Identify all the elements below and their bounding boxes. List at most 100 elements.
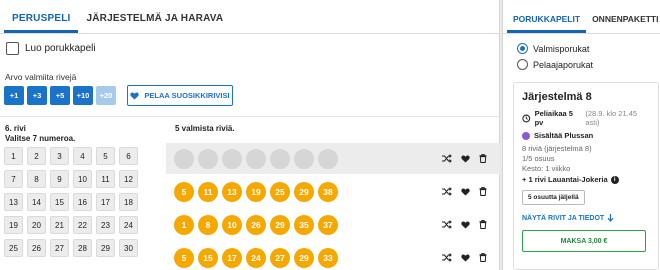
number-cell[interactable]: 29 (96, 239, 115, 257)
number-cell[interactable]: 8 (27, 170, 46, 188)
number-cell[interactable]: 22 (73, 216, 92, 234)
number-cell[interactable]: 30 (119, 239, 138, 257)
pay-button[interactable]: MAKSA 3,00 € (522, 230, 646, 252)
create-group-label: Luo porukkapeli (25, 43, 96, 54)
number-grid: 1 2 3 4 5 6 7 8 9 10 11 12 13 14 15 16 17 18 19 20 21 22 23 24 2… (4, 147, 138, 257)
number-cell[interactable]: 10 (73, 170, 92, 188)
ready-row (166, 143, 500, 174)
number-ball: 5 (174, 181, 194, 202)
number-ball: 38 (318, 181, 338, 202)
shuffle-icon[interactable] (442, 220, 452, 230)
tab-peruspeli[interactable]: PERUSPELI (4, 13, 79, 33)
deadline-line: Peliaikaa 5 pv (28.9. klo 21.45 asti) (522, 109, 650, 127)
empty-ball (198, 148, 218, 169)
create-group-checkbox[interactable] (6, 42, 19, 55)
heart-icon[interactable] (460, 220, 470, 230)
number-ball: 17 (222, 247, 242, 268)
duration: Kesto: 1 viikko (522, 164, 571, 173)
number-cell[interactable]: 16 (73, 193, 92, 211)
game-panel: PERUSPELI JÄRJESTELMÄ JA HARAVA Luo poru… (0, 0, 500, 270)
clock-icon (522, 114, 531, 122)
trash-icon[interactable] (478, 220, 488, 230)
shuffle-icon[interactable] (442, 253, 452, 263)
radio-button[interactable] (517, 43, 528, 54)
quick-pick-5-button[interactable]: +5 (50, 86, 70, 105)
number-ball: 5 (174, 247, 194, 268)
create-group-option[interactable]: Luo porukkapeli (6, 42, 96, 55)
number-ball: 37 (318, 214, 338, 235)
radio-pelaajaporukat[interactable]: Pelaajaporukat (517, 59, 593, 70)
number-cell[interactable]: 21 (50, 216, 69, 234)
number-ball: 27 (270, 247, 290, 268)
ready-row: 5 15 17 24 27 29 33 (166, 242, 500, 270)
divider (0, 116, 500, 117)
number-cell[interactable]: 6 (119, 147, 138, 165)
number-cell[interactable]: 7 (4, 170, 23, 188)
number-cell[interactable]: 1 (4, 147, 23, 165)
tab-onnenpaketti[interactable]: ONNENPAKETTI (586, 14, 660, 33)
radio-valmisporukat[interactable]: Valmisporukat (517, 43, 589, 54)
number-cell[interactable]: 25 (4, 239, 23, 257)
number-cell[interactable]: 18 (119, 193, 138, 211)
lotto-page: PERUSPELI JÄRJESTELMÄ JA HARAVA Luo poru… (0, 0, 660, 270)
empty-ball (174, 148, 194, 169)
tab-jarjestelma[interactable]: JÄRJESTELMÄ JA HARAVA (78, 13, 231, 33)
number-cell[interactable]: 2 (27, 147, 46, 165)
number-cell[interactable]: 17 (96, 193, 115, 211)
quick-pick-20-button[interactable]: +20 (96, 86, 116, 105)
number-cell[interactable]: 28 (73, 239, 92, 257)
number-cell[interactable]: 19 (4, 216, 23, 234)
heart-icon[interactable] (460, 187, 470, 197)
info-icon[interactable]: i (610, 175, 619, 184)
quick-pick-10-button[interactable]: +10 (73, 86, 93, 105)
show-rows-link[interactable]: NÄYTÄ RIVIT JA TIEDOT (522, 214, 650, 222)
shuffle-icon[interactable] (442, 187, 452, 197)
row-balls: 5 15 17 24 27 29 33 (174, 247, 434, 268)
number-cell[interactable]: 3 (50, 147, 69, 165)
heart-icon[interactable] (460, 253, 470, 263)
row-number: 6. rivi (5, 124, 26, 133)
trash-icon[interactable] (478, 187, 488, 197)
number-cell[interactable]: 5 (96, 147, 115, 165)
play-favorite-button[interactable]: PELAA SUOSIKKIRIVISI (127, 85, 233, 106)
number-cell[interactable]: 13 (4, 193, 23, 211)
row-balls: 5 11 13 19 25 29 38 (174, 181, 434, 202)
number-ball: 19 (246, 181, 266, 202)
side-tabs: PORUKKAPELIT ONNENPAKETTI (503, 0, 660, 34)
row-actions (442, 253, 488, 263)
jokeri-text: + 1 rivi Lauantai-Jokeria (522, 175, 608, 184)
number-ball: 1 (174, 214, 194, 235)
row-balls: 1 8 10 26 29 35 37 (174, 214, 434, 235)
number-cell[interactable]: 12 (119, 170, 138, 188)
heart-icon[interactable] (460, 154, 470, 164)
game-tabs: PERUSPELI JÄRJESTELMÄ JA HARAVA (0, 0, 499, 34)
tab-porukkapelit[interactable]: PORUKKAPELIT (507, 14, 587, 33)
trash-icon[interactable] (478, 253, 488, 263)
quick-pick-buttons: +1 +3 +5 +10 +20 PELAA SUOSIKKIRIVISI (4, 85, 233, 106)
number-cell[interactable]: 27 (50, 239, 69, 257)
heart-icon (130, 91, 140, 100)
number-ball: 29 (294, 247, 314, 268)
trash-icon[interactable] (478, 154, 488, 164)
deadline-date: (28.9. klo 21.45 asti) (585, 109, 638, 127)
quick-pick-1-button[interactable]: +1 (4, 86, 24, 105)
shuffle-icon[interactable] (442, 154, 452, 164)
number-cell[interactable]: 23 (96, 216, 115, 234)
plus-icon (522, 131, 530, 140)
ready-rows-title: 5 valmista riviä. (175, 124, 235, 133)
empty-ball (246, 148, 266, 169)
play-favorite-label: PELAA SUOSIKKIRIVISI (144, 91, 230, 100)
number-cell[interactable]: 15 (50, 193, 69, 211)
number-cell[interactable]: 26 (27, 239, 46, 257)
empty-ball (222, 148, 242, 169)
number-cell[interactable]: 11 (96, 170, 115, 188)
number-cell[interactable]: 24 (119, 216, 138, 234)
plus-line: Sisältää Plussan (522, 131, 650, 140)
number-cell[interactable]: 20 (27, 216, 46, 234)
number-cell[interactable]: 4 (73, 147, 92, 165)
quick-pick-3-button[interactable]: +3 (27, 86, 47, 105)
side-panel: PORUKKAPELIT ONNENPAKETTI Valmisporukat … (502, 0, 660, 270)
number-cell[interactable]: 14 (27, 193, 46, 211)
radio-button[interactable] (517, 59, 528, 70)
number-cell[interactable]: 9 (50, 170, 69, 188)
